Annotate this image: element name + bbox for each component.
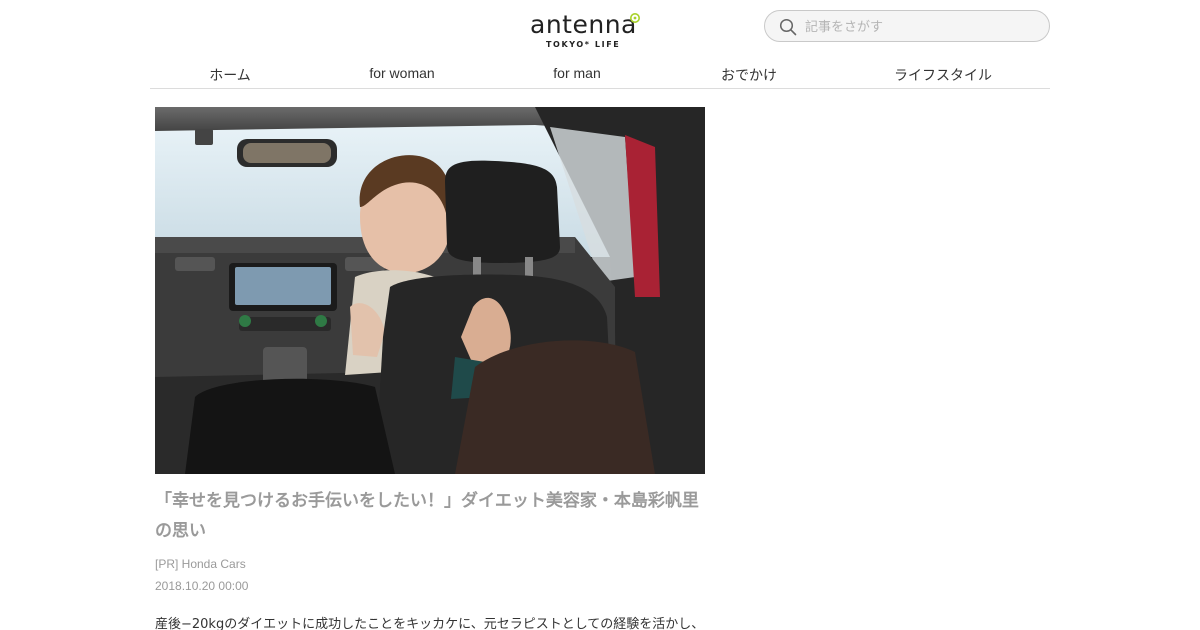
nav-item-home[interactable]: ホーム [209, 65, 251, 85]
article-sponsor: [PR] Honda Cars [155, 557, 246, 571]
site-logo[interactable]: antenna TOKYO* LIFE [528, 10, 644, 52]
article-hero-image[interactable] [155, 107, 705, 474]
nav-item-odekake[interactable]: おでかけ [721, 65, 777, 85]
search-box[interactable] [764, 10, 1050, 42]
article-title[interactable]: 「幸せを見つけるお手伝いをしたい！」ダイエット美容家・本島彩帆里の思い [155, 486, 705, 546]
nav-item-lifestyle[interactable]: ライフスタイル [894, 65, 992, 85]
nav-item-for-woman[interactable]: for woman [369, 65, 434, 81]
main-nav: ホーム for woman for man おでかけ ライフスタイル [150, 58, 1050, 89]
car-interior-photo [155, 107, 705, 474]
nav-item-for-man[interactable]: for man [553, 65, 600, 81]
search-icon[interactable] [779, 18, 797, 36]
article-excerpt: 産後−20kgのダイエットに成功したことをキッカケに、元セラピストとしての経験を… [155, 617, 705, 630]
logo-wordmark: antenna [530, 10, 637, 39]
logo-tagline: TOKYO* LIFE [546, 40, 621, 49]
site-header: antenna TOKYO* LIFE [0, 0, 1200, 58]
article-date: 2018.10.20 00:00 [155, 579, 249, 593]
sun-icon [630, 13, 640, 23]
search-input[interactable] [805, 16, 1041, 38]
